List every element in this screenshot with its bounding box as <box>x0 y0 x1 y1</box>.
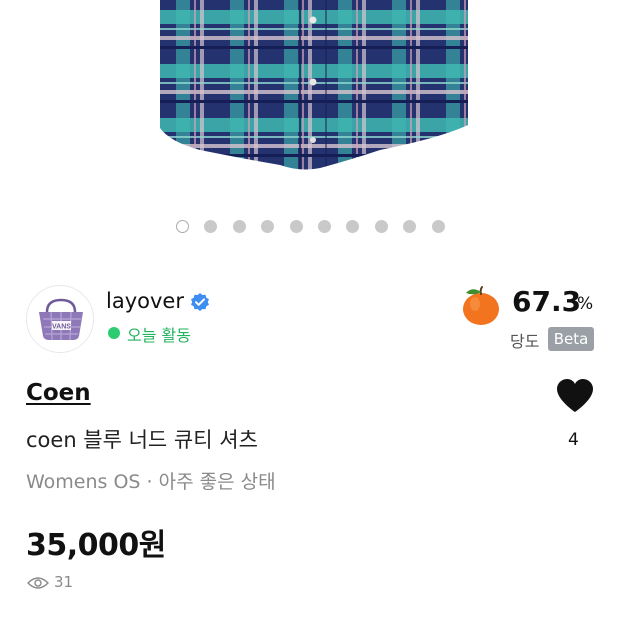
carousel-dot[interactable] <box>204 220 218 233</box>
seller-name[interactable]: layover <box>106 289 184 313</box>
carousel-dot[interactable] <box>261 220 275 233</box>
product-size-condition: Womens OS · 아주 좋은 상태 <box>26 471 276 493</box>
verified-check-icon <box>191 293 209 311</box>
carousel-dot[interactable] <box>431 220 445 233</box>
online-status-text: 오늘 활동 <box>127 326 191 345</box>
apple-icon <box>463 286 499 325</box>
sweetness-value: 67.3 <box>512 285 582 318</box>
carousel-dot[interactable] <box>318 220 331 233</box>
product-price: 35,000원 <box>26 528 166 563</box>
online-status-dot <box>108 327 120 339</box>
carousel-dot[interactable] <box>289 220 303 233</box>
view-count: 31 <box>54 573 74 591</box>
carousel-dots <box>0 220 620 234</box>
sweetness-unit: % <box>577 294 594 314</box>
seller-avatar[interactable]: VANS <box>26 285 94 353</box>
carousel-dot[interactable] <box>176 220 189 233</box>
heart-icon[interactable] <box>556 378 594 414</box>
carousel-dot[interactable] <box>346 220 360 233</box>
carousel-dot[interactable] <box>374 220 388 233</box>
beta-badge: Beta <box>548 327 594 351</box>
eye-icon <box>27 577 49 589</box>
like-count: 4 <box>568 430 579 450</box>
carousel-dot[interactable] <box>403 220 417 233</box>
carousel-dot[interactable] <box>232 220 246 233</box>
sweetness-label: 당도 <box>510 332 540 351</box>
brand-link[interactable]: Coen <box>26 380 91 406</box>
product-image[interactable] <box>0 0 620 200</box>
avatar-logo-text: VANS <box>52 324 71 331</box>
product-title: coen 블루 너드 큐티 셔츠 <box>26 428 258 452</box>
